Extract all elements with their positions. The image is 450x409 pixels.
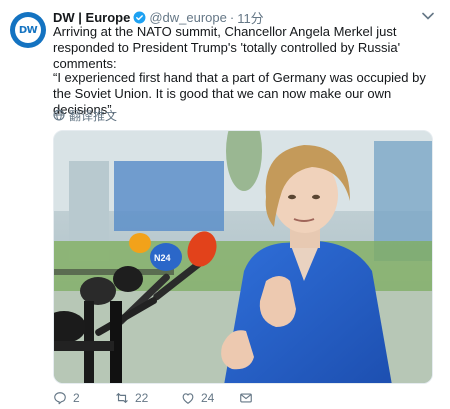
tweet-text-intro: Arriving at the NATO summit, Chancellor … xyxy=(53,24,401,71)
reply-button[interactable]: 2 xyxy=(53,391,115,405)
tweet[interactable]: DW DW | Europe @dw_europe · 11分 Arriving… xyxy=(0,0,450,409)
envelope-icon xyxy=(240,393,252,403)
retweet-button[interactable]: 22 xyxy=(115,391,181,405)
like-button[interactable]: 24 xyxy=(181,391,239,405)
reply-count: 2 xyxy=(73,391,80,405)
direct-message-button[interactable] xyxy=(239,391,259,405)
like-count: 24 xyxy=(201,391,215,405)
tweet-actions: 2 22 24 xyxy=(53,390,259,406)
globe-icon xyxy=(53,109,65,121)
verified-icon xyxy=(133,11,146,24)
reply-icon xyxy=(54,392,66,405)
display-name[interactable]: DW | Europe xyxy=(53,10,130,25)
separator: · xyxy=(229,9,235,25)
tweet-photo[interactable]: N24 xyxy=(53,130,433,384)
mic-label: N24 xyxy=(154,253,171,263)
avatar[interactable]: DW xyxy=(10,12,46,48)
retweet-count: 22 xyxy=(135,391,149,405)
translate-label[interactable]: 翻译推文 xyxy=(69,107,117,124)
dw-logo-icon: DW xyxy=(15,17,41,43)
handle[interactable]: @dw_europe xyxy=(149,10,227,25)
avatar-text: DW xyxy=(18,24,38,36)
translate-link[interactable]: 翻译推文 xyxy=(53,107,117,123)
retweet-icon xyxy=(116,392,128,404)
chevron-down-icon[interactable] xyxy=(422,11,434,21)
merkel-photo: N24 xyxy=(54,131,432,383)
heart-icon xyxy=(182,393,194,404)
